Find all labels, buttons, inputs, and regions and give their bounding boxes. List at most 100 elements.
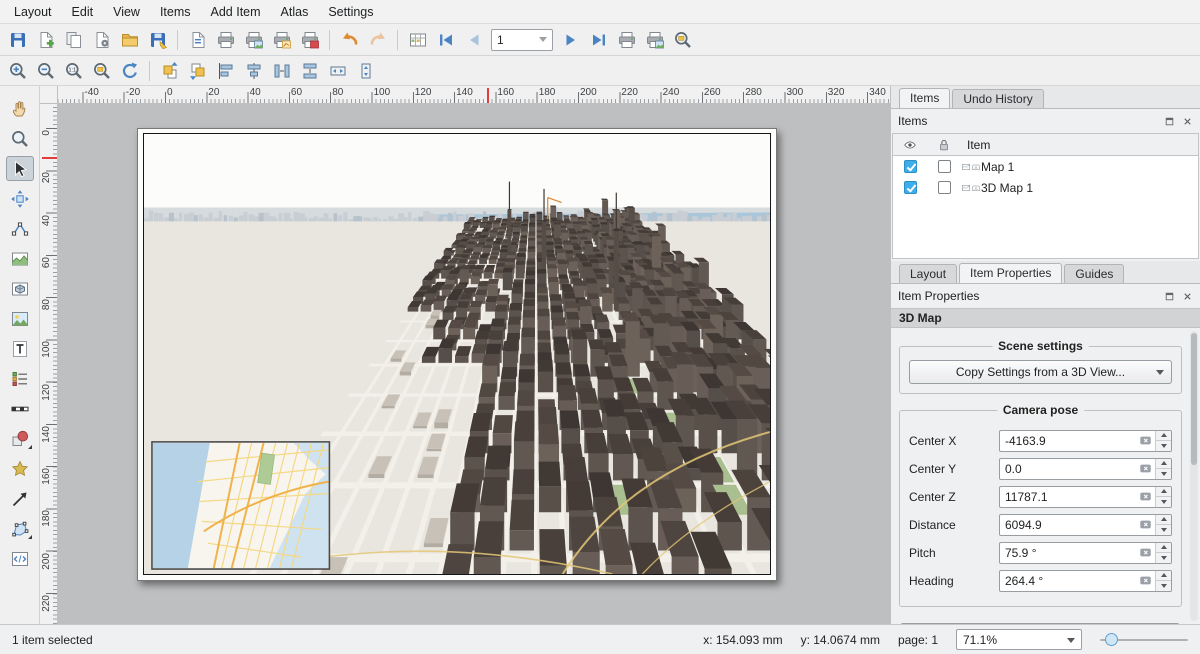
spin-down-icon[interactable] [1156, 469, 1171, 479]
export-pdf-button[interactable] [296, 27, 323, 53]
pan-tool-button[interactable] [6, 96, 34, 121]
add-html-tool-button[interactable] [6, 546, 34, 571]
clear-value-button[interactable] [1136, 546, 1155, 559]
raise-items-button[interactable] [156, 58, 183, 84]
menu-add-item[interactable]: Add Item [201, 2, 271, 22]
export-report-button[interactable] [184, 27, 211, 53]
layout-page[interactable] [137, 128, 777, 581]
spinner-arrows[interactable] [1155, 487, 1171, 507]
add-marker-tool-button[interactable] [6, 456, 34, 481]
zoom-tool-button[interactable] [6, 126, 34, 151]
undo-button[interactable] [336, 27, 363, 53]
duplicate-layout-button[interactable] [60, 27, 87, 53]
spinbox-input[interactable] [1000, 462, 1136, 476]
spin-down-icon[interactable] [1156, 441, 1171, 451]
select-move-item-tool-button[interactable] [6, 156, 34, 181]
menu-layout[interactable]: Layout [4, 2, 62, 22]
resize-height-button[interactable] [352, 58, 379, 84]
edit-nodes-tool-button[interactable] [6, 216, 34, 241]
move-item-content-tool-button[interactable] [6, 186, 34, 211]
spin-down-icon[interactable] [1156, 497, 1171, 507]
visibility-checkbox[interactable] [904, 160, 917, 173]
add-label-tool-button[interactable] [6, 336, 34, 361]
menu-edit[interactable]: Edit [62, 2, 104, 22]
3d-map-item[interactable] [143, 133, 771, 575]
export-svg-button[interactable] [268, 27, 295, 53]
scrollbar-thumb[interactable] [1191, 333, 1197, 465]
add-map-tool-button[interactable] [6, 246, 34, 271]
visibility-checkbox[interactable] [904, 181, 917, 194]
zoom-full-button[interactable] [88, 58, 115, 84]
spinbox[interactable] [999, 458, 1172, 480]
next-feature-button[interactable] [557, 27, 584, 53]
spin-up-icon[interactable] [1156, 487, 1171, 498]
distribute-vertical-button[interactable] [296, 58, 323, 84]
spinbox-input[interactable] [1000, 574, 1136, 588]
atlas-page-combobox[interactable]: 1 [491, 29, 553, 51]
preview-atlas-button[interactable] [404, 27, 431, 53]
properties-scrollbar[interactable] [1190, 331, 1198, 621]
zoom-out-button[interactable] [32, 58, 59, 84]
spinner-arrows[interactable] [1155, 515, 1171, 535]
zoom-level-combobox[interactable]: 71.1% [956, 629, 1082, 650]
redo-button[interactable] [364, 27, 391, 53]
dock-close-icon[interactable] [1182, 116, 1193, 127]
clear-value-button[interactable] [1136, 574, 1155, 587]
copy-settings-dropdown-button[interactable]: Copy Settings from a 3D View... [909, 360, 1172, 384]
add-arrow-tool-button[interactable] [6, 486, 34, 511]
spinner-arrows[interactable] [1155, 431, 1171, 451]
layout-canvas[interactable] [58, 104, 890, 624]
spin-up-icon[interactable] [1156, 459, 1171, 470]
add-picture-tool-button[interactable] [6, 306, 34, 331]
clear-value-button[interactable] [1136, 462, 1155, 475]
export-atlas-button[interactable] [641, 27, 668, 53]
save-as-template-button[interactable] [144, 27, 171, 53]
add-items-from-template-button[interactable] [116, 27, 143, 53]
zoom-in-button[interactable] [4, 58, 31, 84]
save-project-button[interactable] [4, 27, 31, 53]
last-feature-button[interactable] [585, 27, 612, 53]
refresh-view-button[interactable] [116, 58, 143, 84]
previous-feature-button[interactable] [460, 27, 487, 53]
item-list-row[interactable]: 3D Map 1 [893, 177, 1198, 198]
spinbox[interactable] [999, 486, 1172, 508]
dock-close-icon[interactable] [1182, 291, 1193, 302]
set-from-view-dropdown-button[interactable]: Set from a 3D View... [900, 623, 1180, 624]
clear-value-button[interactable] [1136, 434, 1155, 447]
dock-float-icon[interactable] [1164, 116, 1175, 127]
align-left-button[interactable] [212, 58, 239, 84]
lock-checkbox[interactable] [938, 181, 951, 194]
add-node-item-tool-button[interactable] [6, 516, 34, 541]
spin-down-icon[interactable] [1156, 581, 1171, 591]
zoom-actual-button[interactable] [60, 58, 87, 84]
clear-value-button[interactable] [1136, 490, 1155, 503]
add-scalebar-tool-button[interactable] [6, 396, 34, 421]
tab-guides[interactable]: Guides [1064, 264, 1124, 283]
spin-up-icon[interactable] [1156, 515, 1171, 526]
vertical-ruler[interactable]: 020406080100120140160180200220 [40, 104, 58, 624]
tab-undo-history[interactable]: Undo History [952, 89, 1043, 108]
tab-items[interactable]: Items [899, 88, 950, 108]
zoom-slider[interactable] [1100, 630, 1188, 650]
spinbox-input[interactable] [1000, 434, 1136, 448]
menu-settings[interactable]: Settings [318, 2, 383, 22]
print-atlas-button[interactable] [613, 27, 640, 53]
add-shape-tool-button[interactable] [6, 426, 34, 451]
horizontal-ruler[interactable]: -40-200204060801001201401601802002202402… [58, 86, 890, 104]
menu-items[interactable]: Items [150, 2, 201, 22]
new-layout-button[interactable] [32, 27, 59, 53]
spinbox[interactable] [999, 430, 1172, 452]
first-feature-button[interactable] [432, 27, 459, 53]
spin-down-icon[interactable] [1156, 553, 1171, 563]
spin-up-icon[interactable] [1156, 571, 1171, 582]
spin-up-icon[interactable] [1156, 431, 1171, 442]
print-button[interactable] [212, 27, 239, 53]
spinner-arrows[interactable] [1155, 571, 1171, 591]
item-list-row[interactable]: Map 1 [893, 156, 1198, 177]
spinbox-input[interactable] [1000, 546, 1136, 560]
spin-down-icon[interactable] [1156, 525, 1171, 535]
lower-items-button[interactable] [184, 58, 211, 84]
tab-item-properties[interactable]: Item Properties [959, 263, 1062, 283]
align-center-button[interactable] [240, 58, 267, 84]
atlas-settings-button[interactable] [669, 27, 696, 53]
